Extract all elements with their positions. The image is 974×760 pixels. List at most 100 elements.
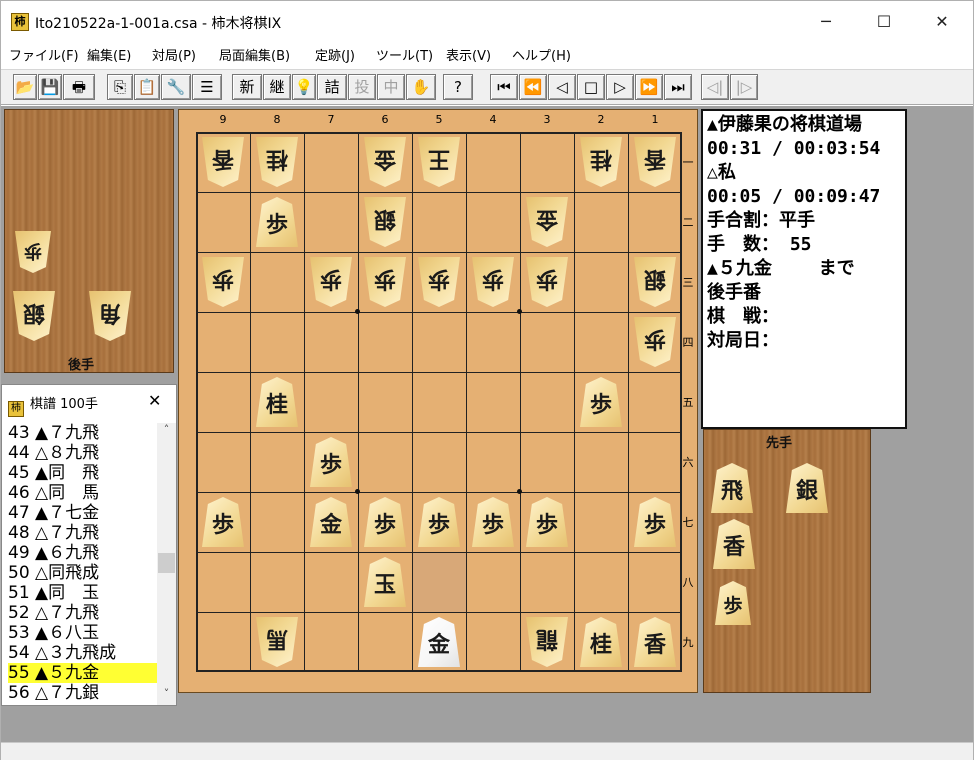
board-piece[interactable]: 歩: [634, 317, 676, 367]
resign-button[interactable]: 投: [348, 74, 376, 100]
kifu-row-selected[interactable]: 55 ▲５九金: [8, 663, 158, 683]
board-piece[interactable]: 金: [364, 137, 406, 187]
hint-bulb-icon[interactable]: 💡: [292, 74, 316, 100]
board-piece[interactable]: 歩: [202, 497, 244, 547]
board-piece[interactable]: 金: [310, 497, 352, 547]
rank-label: 八: [682, 576, 694, 589]
kifu-row[interactable]: 45 ▲同 飛: [8, 463, 158, 483]
menu-joseki[interactable]: 定跡(J): [315, 45, 355, 64]
new-game-button[interactable]: 新: [232, 74, 262, 100]
gote-hand-pawn[interactable]: 歩: [15, 231, 51, 273]
board-piece[interactable]: 桂: [580, 137, 622, 187]
list-icon[interactable]: ☰: [192, 74, 222, 100]
sente-hand-rook[interactable]: 飛: [711, 463, 753, 513]
rank-label: 二: [682, 216, 694, 229]
gote-hand-bishop[interactable]: 角: [89, 291, 131, 341]
minimize-button[interactable]: ─: [803, 7, 849, 37]
continue-button[interactable]: 継: [263, 74, 291, 100]
kifu-row[interactable]: 51 ▲同 玉: [8, 583, 158, 603]
title-bar[interactable]: 柿 Ito210522a-1-001a.csa - 柿木将棋IX ─ ☐ ✕: [1, 1, 973, 41]
kifu-row[interactable]: 50 △同飛成: [8, 563, 158, 583]
board-piece[interactable]: 歩: [634, 497, 676, 547]
kifu-row[interactable]: 43 ▲７九飛: [8, 423, 158, 443]
kifu-row[interactable]: 47 ▲７七金: [8, 503, 158, 523]
board-piece[interactable]: 歩: [256, 197, 298, 247]
board-piece[interactable]: 桂: [256, 137, 298, 187]
board-piece[interactable]: 香: [634, 137, 676, 187]
board-piece[interactable]: 香: [634, 617, 676, 667]
kifu-row[interactable]: 54 △３九飛成: [8, 643, 158, 663]
first-move-icon[interactable]: ⏮: [490, 74, 518, 100]
board-piece[interactable]: 桂: [580, 617, 622, 667]
board-piece[interactable]: 馬: [256, 617, 298, 667]
kifu-move-list[interactable]: 43 ▲７九飛 44 △８九飛 45 ▲同 飛 46 △同 馬 47 ▲７七金 48 △７…: [8, 423, 158, 707]
board-piece[interactable]: 歩: [526, 497, 568, 547]
kifu-row[interactable]: 53 ▲６八玉: [8, 623, 158, 643]
kifu-scrollbar[interactable]: ˄ ˅: [157, 423, 176, 705]
gote-hand-silver[interactable]: 銀: [13, 291, 55, 341]
board-piece[interactable]: 歩: [526, 257, 568, 307]
open-file-icon[interactable]: 📂: [13, 74, 37, 100]
pause-button[interactable]: 中: [377, 74, 405, 100]
app-window: 柿 Ito210522a-1-001a.csa - 柿木将棋IX ─ ☐ ✕ フ…: [0, 0, 974, 760]
board-piece[interactable]: 王: [418, 137, 460, 187]
save-icon[interactable]: 💾: [38, 74, 62, 100]
menu-tools[interactable]: ツール(T): [376, 45, 433, 64]
board-piece[interactable]: 銀: [634, 257, 676, 307]
board-piece[interactable]: 歩: [364, 257, 406, 307]
kifu-row[interactable]: 52 △７九飛: [8, 603, 158, 623]
board-piece[interactable]: 玉: [364, 557, 406, 607]
kifu-close-icon[interactable]: ✕: [148, 391, 161, 410]
help-icon[interactable]: ?: [443, 74, 473, 100]
board-piece[interactable]: 香: [202, 137, 244, 187]
sente-hand-silver[interactable]: 銀: [786, 463, 828, 513]
back-one-icon[interactable]: ◁: [548, 74, 576, 100]
board-piece[interactable]: 歩: [364, 497, 406, 547]
menu-edit[interactable]: 編集(E): [87, 45, 131, 64]
forward-ten-icon[interactable]: ⏩: [635, 74, 663, 100]
board-piece[interactable]: 金: [526, 197, 568, 247]
kifu-row[interactable]: 48 △７九飛: [8, 523, 158, 543]
board-piece[interactable]: 龍: [526, 617, 568, 667]
kifu-row[interactable]: 56 △７九銀: [8, 683, 158, 703]
kifu-row[interactable]: 46 △同 馬: [8, 483, 158, 503]
paste-icon[interactable]: 📋: [134, 74, 160, 100]
board-piece[interactable]: 歩: [310, 437, 352, 487]
menu-game[interactable]: 対局(P): [152, 45, 196, 64]
hand-icon[interactable]: ✋: [406, 74, 436, 100]
scroll-thumb[interactable]: [158, 553, 175, 573]
scroll-up-icon[interactable]: ˄: [157, 423, 176, 440]
board-piece[interactable]: 歩: [472, 497, 514, 547]
board-piece[interactable]: 歩: [472, 257, 514, 307]
scroll-down-icon[interactable]: ˅: [157, 687, 176, 704]
board-piece[interactable]: 金: [418, 617, 460, 667]
kifu-title: 柿棋譜 100手: [8, 393, 98, 417]
forward-one-icon[interactable]: ▷: [606, 74, 634, 100]
menu-position-edit[interactable]: 局面編集(B): [219, 45, 290, 64]
board-piece[interactable]: 桂: [256, 377, 298, 427]
copy-icon[interactable]: ⎘: [107, 74, 133, 100]
close-button[interactable]: ✕: [919, 7, 965, 37]
branch-forward-icon[interactable]: |▷: [730, 74, 758, 100]
kifu-row[interactable]: 44 △８九飛: [8, 443, 158, 463]
board-piece[interactable]: 銀: [364, 197, 406, 247]
tsume-button[interactable]: 詰: [317, 74, 347, 100]
menu-view[interactable]: 表示(V): [446, 45, 491, 64]
board-piece[interactable]: 歩: [310, 257, 352, 307]
stop-icon[interactable]: □: [577, 74, 605, 100]
sente-hand-pawn[interactable]: 歩: [715, 581, 751, 625]
board-piece[interactable]: 歩: [418, 497, 460, 547]
back-ten-icon[interactable]: ⏪: [519, 74, 547, 100]
branch-back-icon[interactable]: ◁|: [701, 74, 729, 100]
print-icon[interactable]: 🖶: [63, 74, 95, 100]
menu-help[interactable]: ヘルプ(H): [512, 45, 571, 64]
board-piece[interactable]: 歩: [202, 257, 244, 307]
board-piece[interactable]: 歩: [418, 257, 460, 307]
sente-hand-lance[interactable]: 香: [713, 519, 755, 569]
wrench-icon[interactable]: 🔧: [161, 74, 191, 100]
kifu-row[interactable]: 49 ▲６九飛: [8, 543, 158, 563]
menu-file[interactable]: ファイル(F): [9, 45, 79, 64]
maximize-button[interactable]: ☐: [861, 7, 907, 37]
last-move-icon[interactable]: ⏭: [664, 74, 692, 100]
board-piece[interactable]: 歩: [580, 377, 622, 427]
